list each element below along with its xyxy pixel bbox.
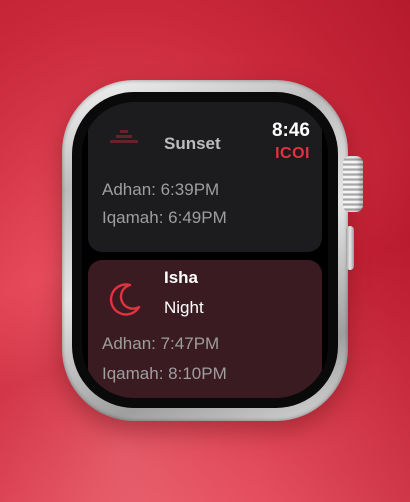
side-button[interactable] <box>346 226 354 270</box>
prayer-subtitle: Night <box>164 298 204 317</box>
app-brand: ICOI <box>275 145 310 162</box>
prayer-name: Sunset <box>164 134 221 153</box>
iqamah-time: Iqamah: 8:10PM <box>102 364 227 383</box>
adhan-time: Adhan: 7:47PM <box>102 334 220 353</box>
moon-icon <box>109 283 141 316</box>
prayer-name: Isha <box>164 268 199 287</box>
digital-crown[interactable] <box>343 156 363 212</box>
status-time: 8:46 <box>271 120 310 141</box>
sunset-icon <box>110 130 138 143</box>
iqamah-time: Iqamah: 6:49PM <box>102 208 227 227</box>
adhan-time: Adhan: 6:39PM <box>102 180 220 199</box>
watch-screen: Sunset Adhan: 6:39PM Iqamah: 6:49PM 8:46… <box>82 102 328 398</box>
prayer-card-isha[interactable]: Isha Night Adhan: 7:47PM Iqamah: 8:10PM <box>88 260 322 398</box>
